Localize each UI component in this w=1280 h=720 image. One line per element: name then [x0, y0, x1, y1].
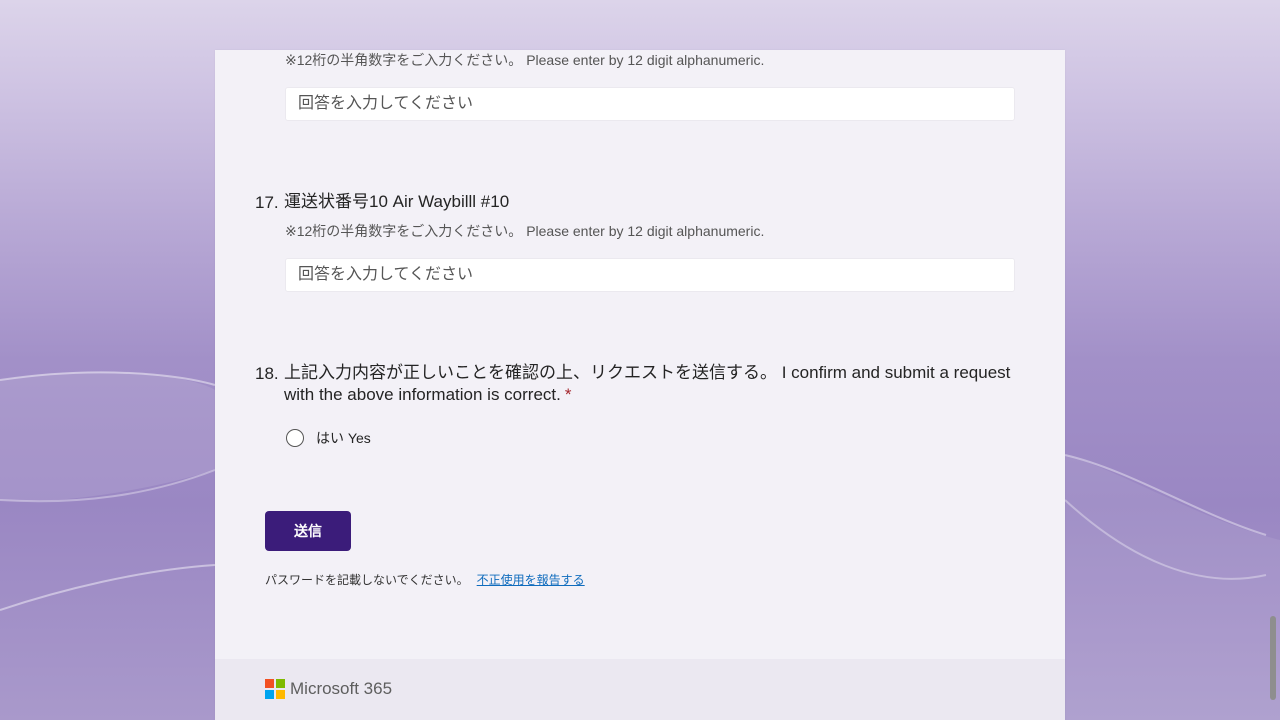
question-18-number: 18. — [255, 364, 279, 383]
password-note: パスワードを記載しないでください。 不正使用を報告する — [265, 571, 585, 588]
microsoft-365-logo: Microsoft 365 — [265, 679, 392, 699]
question-16-hint: ※12桁の半角数字をご入力ください。 Please enter by 12 di… — [285, 52, 765, 68]
radio-button[interactable] — [286, 429, 304, 447]
form-card: ※12桁の半角数字をご入力ください。 Please enter by 12 di… — [215, 50, 1065, 720]
question-18-title-line1: 上記入力内容が正しいことを確認の上、リクエストを送信する。 I confirm … — [284, 363, 1011, 382]
page-scrollbar[interactable] — [1266, 0, 1280, 720]
option-yes[interactable]: はい Yes — [286, 428, 371, 448]
microsoft-logo-icon — [265, 679, 285, 699]
scrollbar-thumb[interactable] — [1270, 616, 1276, 700]
question-17-number: 17. — [255, 193, 279, 212]
footer: Microsoft 365 — [215, 659, 1065, 720]
required-asterisk: * — [564, 385, 572, 404]
question-17-answer-input[interactable] — [285, 258, 1015, 292]
question-18-title: 上記入力内容が正しいことを確認の上、リクエストを送信する。 I confirm … — [284, 362, 1010, 406]
question-18-title-line2-text: with the above information is correct. — [284, 385, 561, 404]
question-16-answer-input[interactable] — [285, 87, 1015, 121]
question-17-title: 運送状番号10 Air Waybilll #10 — [284, 192, 510, 211]
submit-button[interactable]: 送信 — [265, 511, 351, 551]
question-18-title-line2: with the above information is correct. * — [284, 384, 1010, 406]
report-abuse-link[interactable]: 不正使用を報告する — [477, 573, 585, 587]
option-yes-label: はい Yes — [316, 430, 371, 446]
question-17-hint: ※12桁の半角数字をご入力ください。 Please enter by 12 di… — [285, 223, 765, 239]
brand-name: Microsoft 365 — [290, 679, 393, 698]
password-warning-text: パスワードを記載しないでください。 — [265, 573, 469, 587]
